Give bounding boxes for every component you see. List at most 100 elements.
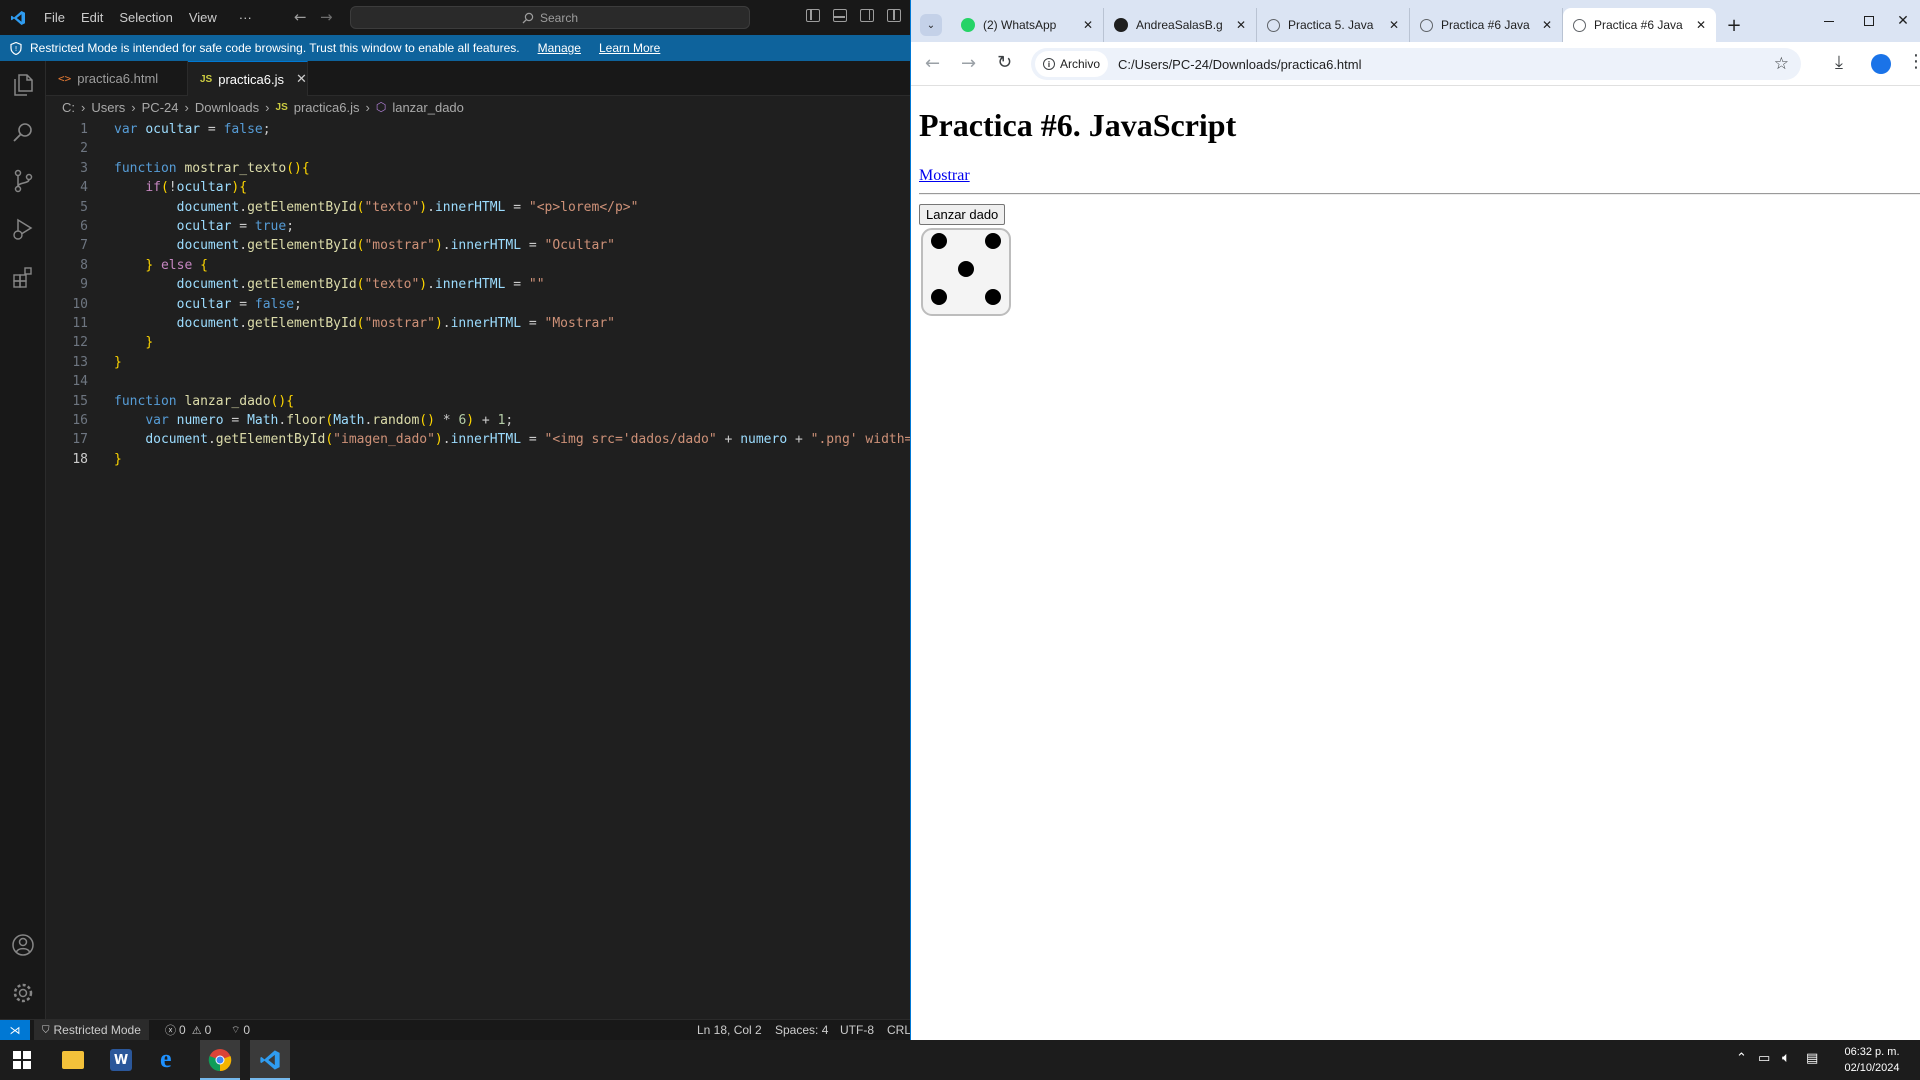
network-icon[interactable]: ▭ xyxy=(1758,1051,1770,1066)
source-control-icon[interactable] xyxy=(9,167,37,195)
code-line[interactable]: 16 var numero = Math.floor(Math.random()… xyxy=(46,411,910,430)
browser-tab[interactable]: Practica #6 Java ✕ xyxy=(1410,8,1563,42)
tab-practica6-js[interactable]: JS practica6.js ✕ xyxy=(188,61,308,96)
code-line[interactable]: 17 document.getElementById("imagen_dado"… xyxy=(46,430,920,449)
toggle-panel-icon[interactable] xyxy=(833,9,847,22)
run-debug-icon[interactable] xyxy=(9,215,37,243)
menu-kebab-icon[interactable]: ⋮ xyxy=(1907,51,1920,72)
forward-arrow-icon[interactable]: → xyxy=(320,8,333,26)
volume-icon[interactable]: 🔈︎ xyxy=(1782,1050,1790,1066)
code-line[interactable]: 7 document.getElementById("mostrar").inn… xyxy=(46,236,910,255)
address-bar[interactable]: i Archivo C:/Users/PC-24/Downloads/pract… xyxy=(1031,48,1801,80)
file-explorer-icon[interactable] xyxy=(62,1051,84,1069)
end-of-line[interactable]: CRL xyxy=(887,1023,911,1037)
code-line[interactable]: 6 ocultar = true; xyxy=(46,217,910,236)
chrome-icon[interactable] xyxy=(200,1040,240,1080)
maximize-button[interactable] xyxy=(1851,0,1887,42)
code-line[interactable]: 10 ocultar = false; xyxy=(46,295,910,314)
minimize-button[interactable] xyxy=(1811,0,1847,42)
breadcrumb-item[interactable]: lanzar_dado xyxy=(392,100,464,115)
browser-tab[interactable]: AndreaSalasB.g ✕ xyxy=(1104,8,1257,42)
menu-edit[interactable]: Edit xyxy=(73,10,111,25)
bookmark-star-icon[interactable]: ☆ xyxy=(1774,54,1789,74)
ports-status[interactable]: ⌔ 0 xyxy=(231,1020,250,1040)
clock[interactable]: 06:32 p. m. 02/10/2024 xyxy=(1828,1044,1916,1076)
extensions-icon[interactable] xyxy=(9,263,37,291)
code-line[interactable]: 3 function mostrar_texto(){ xyxy=(46,159,910,178)
code-line[interactable]: 14 xyxy=(46,372,910,391)
reload-icon[interactable]: ↻ xyxy=(997,52,1012,73)
code-line[interactable]: 15 function lanzar_dado(){ xyxy=(46,392,910,411)
close-icon[interactable]: ✕ xyxy=(1696,18,1706,32)
site-info-chip[interactable]: i Archivo xyxy=(1035,51,1109,77)
forward-arrow-icon[interactable]: → xyxy=(961,53,976,74)
close-icon[interactable]: ✕ xyxy=(1389,18,1399,32)
menu-file[interactable]: File xyxy=(36,10,73,25)
chevron-up-icon[interactable]: ⌃ xyxy=(1736,1051,1747,1066)
close-window-button[interactable]: ✕ xyxy=(1885,0,1920,42)
restricted-mode-status[interactable]: ⛉ Restricted Mode xyxy=(34,1020,149,1040)
code-line[interactable]: 18} xyxy=(46,450,910,469)
breadcrumb-item[interactable]: PC-24 xyxy=(142,100,179,115)
code-line[interactable]: 1 var ocultar = false; xyxy=(46,120,910,139)
indentation[interactable]: Spaces: 4 xyxy=(775,1023,828,1037)
tab-search-button[interactable]: ⌄ xyxy=(911,8,951,42)
accounts-icon[interactable] xyxy=(9,931,37,959)
windows-start-icon[interactable] xyxy=(12,1050,32,1070)
tab-practica6-html[interactable]: <> practica6.html xyxy=(46,61,188,96)
manage-link[interactable]: Manage xyxy=(538,41,581,55)
explorer-icon[interactable] xyxy=(9,71,37,99)
code-text: function lanzar_dado(){ xyxy=(114,393,295,409)
lanzar-dado-button[interactable]: Lanzar dado xyxy=(919,204,1006,225)
breadcrumb-item[interactable]: C: xyxy=(62,100,75,115)
menu-more[interactable]: ··· xyxy=(231,10,260,25)
new-tab-button[interactable]: + xyxy=(1716,8,1752,42)
edge-icon[interactable]: e xyxy=(160,1046,184,1072)
code-line[interactable]: 4 if(!ocultar){ xyxy=(46,178,910,197)
menu-view[interactable]: View xyxy=(181,10,225,25)
chevron-right-icon: › xyxy=(265,99,270,115)
close-icon[interactable]: ✕ xyxy=(296,71,307,87)
toggle-sidebar-icon[interactable] xyxy=(806,9,820,22)
breadcrumb-item[interactable]: practica6.js xyxy=(294,100,360,115)
code-line[interactable]: 2 xyxy=(46,139,910,158)
close-icon[interactable]: ✕ xyxy=(1542,18,1552,32)
profile-avatar[interactable] xyxy=(1871,54,1891,74)
code-editor[interactable]: 1 var ocultar = false; 2 3 function mostrar_… xyxy=(46,118,920,1019)
code-line[interactable]: 8 } else { xyxy=(46,256,910,275)
code-line[interactable]: 13} xyxy=(46,353,910,372)
close-icon[interactable]: ✕ xyxy=(1083,18,1093,32)
breadcrumb-item[interactable]: Users xyxy=(91,100,125,115)
encoding[interactable]: UTF-8 xyxy=(840,1023,874,1037)
code-line[interactable]: 11 document.getElementById("mostrar").in… xyxy=(46,314,910,333)
back-arrow-icon[interactable]: ← xyxy=(294,8,307,26)
activity-bar xyxy=(0,61,46,1019)
search-icon[interactable] xyxy=(9,119,37,147)
code-line[interactable]: 5 document.getElementById("texto").inner… xyxy=(46,198,910,217)
remote-indicator[interactable]: ⋊ xyxy=(0,1020,30,1040)
customize-layout-icon[interactable] xyxy=(887,9,901,22)
code-line[interactable]: 9 document.getElementById("texto").inner… xyxy=(46,275,910,294)
menu-selection[interactable]: Selection xyxy=(111,10,180,25)
back-arrow-icon[interactable]: ← xyxy=(925,53,940,74)
notification-icon[interactable]: ▤ xyxy=(1806,1051,1818,1066)
download-icon[interactable]: ⤓ xyxy=(1835,52,1843,73)
learn-more-link[interactable]: Learn More xyxy=(599,41,660,55)
url-text: C:/Users/PC-24/Downloads/practica6.html xyxy=(1118,56,1362,72)
browser-tab-active[interactable]: Practica #6 Java ✕ xyxy=(1563,8,1716,42)
browser-tab[interactable]: Practica 5. Java ✕ xyxy=(1257,8,1410,42)
cursor-position[interactable]: Ln 18, Col 2 xyxy=(697,1023,762,1037)
vscode-icon[interactable] xyxy=(250,1040,290,1080)
line-number: 4 xyxy=(80,180,88,196)
browser-tab[interactable]: (2) WhatsApp ✕ xyxy=(951,8,1104,42)
command-center-search[interactable]: Search xyxy=(350,6,750,29)
manage-gear-icon[interactable] xyxy=(9,979,37,1007)
js-file-icon: JS xyxy=(200,73,213,85)
toggle-secondary-sidebar-icon[interactable] xyxy=(860,9,874,22)
problems-status[interactable]: ⓧ 0 ⚠ 0 xyxy=(165,1020,211,1040)
mostrar-link[interactable]: Mostrar xyxy=(919,167,970,185)
code-line[interactable]: 12 } xyxy=(46,333,910,352)
breadcrumb-item[interactable]: Downloads xyxy=(195,100,259,115)
close-icon[interactable]: ✕ xyxy=(1236,18,1246,32)
word-icon[interactable]: W xyxy=(110,1049,132,1071)
